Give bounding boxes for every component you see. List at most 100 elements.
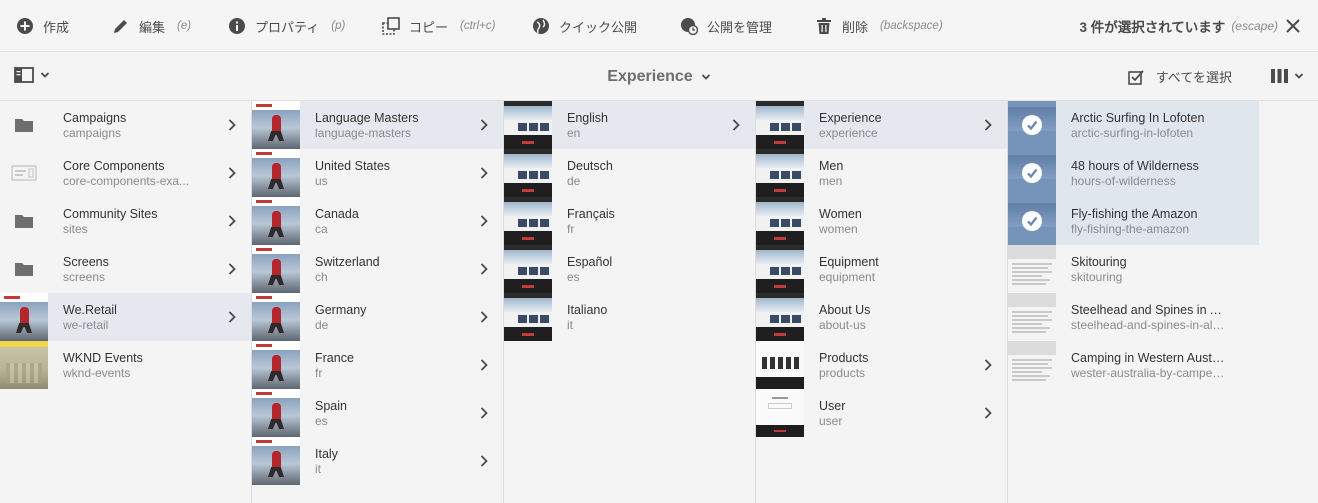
- column-item[interactable]: Switzerland ch: [252, 245, 503, 293]
- column-item[interactable]: Camping in Western Australia wester-austr…: [1008, 341, 1259, 389]
- chevron-right-icon[interactable]: [479, 214, 489, 228]
- chevron-right-icon[interactable]: [479, 166, 489, 180]
- column-item[interactable]: About Us about-us: [756, 293, 1007, 341]
- item-name: fr: [567, 221, 575, 236]
- column-item[interactable]: Spain es: [252, 389, 503, 437]
- selected-check-icon[interactable]: [1022, 211, 1042, 231]
- column-item[interactable]: Italiano it: [504, 293, 755, 341]
- chevron-right-icon[interactable]: [479, 454, 489, 468]
- secondary-bar: Experience すべてを選択: [0, 52, 1318, 101]
- item-name: ch: [315, 269, 328, 284]
- chevron-right-icon[interactable]: [983, 406, 993, 420]
- close-selection-button[interactable]: [1284, 17, 1302, 35]
- item-title: WKND Events: [63, 350, 143, 365]
- column-item[interactable]: WKND Events wknd-events: [0, 341, 251, 389]
- item-title: Deutsch: [567, 158, 613, 173]
- thumbnail: [0, 341, 48, 389]
- item-title: Core Components: [63, 158, 165, 173]
- selected-check-icon[interactable]: [1022, 163, 1042, 183]
- chevron-right-icon[interactable]: [479, 358, 489, 372]
- chevron-right-icon[interactable]: [731, 118, 741, 132]
- item-text: Equipment equipment: [819, 255, 974, 284]
- column-item[interactable]: Experience experience: [756, 101, 1007, 149]
- thumbnail: [252, 293, 300, 341]
- chevron-down-icon[interactable]: [701, 72, 711, 82]
- item-name: es: [315, 413, 328, 428]
- column-item[interactable]: Core Components core-components-exa...: [0, 149, 251, 197]
- copy-button[interactable]: コピー (ctrl+c): [382, 0, 495, 52]
- column-item[interactable]: Campaigns campaigns: [0, 101, 251, 149]
- select-all-button[interactable]: すべてを選択: [1127, 52, 1232, 101]
- column-item[interactable]: We.Retail we-retail: [0, 293, 251, 341]
- delete-button[interactable]: 削除 (backspace): [815, 0, 943, 52]
- item-title: Español: [567, 254, 613, 269]
- manage-publication-button[interactable]: 公開を管理: [680, 0, 772, 52]
- column-item[interactable]: Canada ca: [252, 197, 503, 245]
- column-item[interactable]: Deutsch de: [504, 149, 755, 197]
- rail-toggle-button[interactable]: [14, 66, 50, 84]
- column-item[interactable]: Germany de: [252, 293, 503, 341]
- chevron-right-icon[interactable]: [479, 118, 489, 132]
- column-item[interactable]: Language Masters language-masters: [252, 101, 503, 149]
- chevron-right-icon[interactable]: [227, 310, 237, 324]
- select-all-checkbox-icon: [1127, 69, 1144, 85]
- item-title: Fly-fishing the Amazon: [1071, 206, 1198, 221]
- chevron-right-icon[interactable]: [983, 358, 993, 372]
- column-item[interactable]: Products products: [756, 341, 1007, 389]
- column-item[interactable]: Equipment equipment: [756, 245, 1007, 293]
- chevron-right-icon[interactable]: [479, 406, 489, 420]
- column-item[interactable]: Screens screens: [0, 245, 251, 293]
- item-text: Skitouring skitouring: [1071, 255, 1226, 284]
- chevron-right-icon[interactable]: [479, 310, 489, 324]
- create-label: 作成: [43, 19, 70, 35]
- globe-icon: [533, 18, 549, 34]
- column-item[interactable]: English en: [504, 101, 755, 149]
- thumbnail: [0, 245, 48, 293]
- column-item[interactable]: Arctic Surfing In Lofoten arctic-surfing-…: [1008, 101, 1259, 149]
- column-item[interactable]: France fr: [252, 341, 503, 389]
- column-item[interactable]: Men men: [756, 149, 1007, 197]
- item-text: Language Masters language-masters: [315, 111, 470, 140]
- item-name: es: [567, 269, 580, 284]
- chevron-right-icon[interactable]: [227, 262, 237, 276]
- chevron-right-icon[interactable]: [227, 118, 237, 132]
- thumbnail: [504, 101, 552, 149]
- chevron-right-icon[interactable]: [479, 262, 489, 276]
- column-item[interactable]: Women women: [756, 197, 1007, 245]
- thumbnail: [252, 197, 300, 245]
- column-item[interactable]: United States us: [252, 149, 503, 197]
- properties-button[interactable]: プロパティ (p): [228, 0, 345, 52]
- item-text: Campaigns campaigns: [63, 111, 218, 140]
- quick-publish-button[interactable]: クイック公開: [532, 0, 637, 52]
- column-item[interactable]: Steelhead and Spines in Alaskasteelhead-…: [1008, 293, 1259, 341]
- item-text: Products products: [819, 351, 974, 380]
- chevron-right-icon[interactable]: [227, 214, 237, 228]
- column-item[interactable]: 48 hours of Wilderness hours-of-wildernes…: [1008, 149, 1259, 197]
- column-item[interactable]: Italy it: [252, 437, 503, 485]
- column-item[interactable]: User user: [756, 389, 1007, 437]
- folder-icon: [15, 215, 33, 228]
- thumbnail: [756, 341, 804, 389]
- breadcrumb-title[interactable]: Experience: [607, 68, 692, 86]
- column-item[interactable]: Community Sites sites: [0, 197, 251, 245]
- chevron-right-icon[interactable]: [983, 118, 993, 132]
- view-switcher-button[interactable]: [1271, 68, 1304, 84]
- item-name: it: [315, 461, 321, 476]
- column-view: Campaigns campaigns Core Components core-co…: [0, 101, 1318, 503]
- item-name: wknd-events: [63, 365, 131, 380]
- column-item[interactable]: Español es: [504, 245, 755, 293]
- selected-check-icon[interactable]: [1022, 115, 1042, 135]
- copy-icon: [382, 17, 400, 35]
- column-item[interactable]: Fly-fishing the Amazon fly-fishing-the-am…: [1008, 197, 1259, 245]
- item-title: English: [567, 110, 608, 125]
- edit-button[interactable]: 編集 (e): [112, 0, 191, 52]
- info-icon: [229, 18, 245, 34]
- thumbnail: [756, 101, 804, 149]
- trash-icon: [817, 18, 831, 34]
- column-2: Language Masters language-masters United S…: [252, 101, 504, 503]
- create-button[interactable]: 作成: [16, 0, 69, 52]
- chevron-right-icon[interactable]: [227, 166, 237, 180]
- column-item[interactable]: Français fr: [504, 197, 755, 245]
- folder-icon: [15, 119, 33, 132]
- column-item[interactable]: Skitouring skitouring: [1008, 245, 1259, 293]
